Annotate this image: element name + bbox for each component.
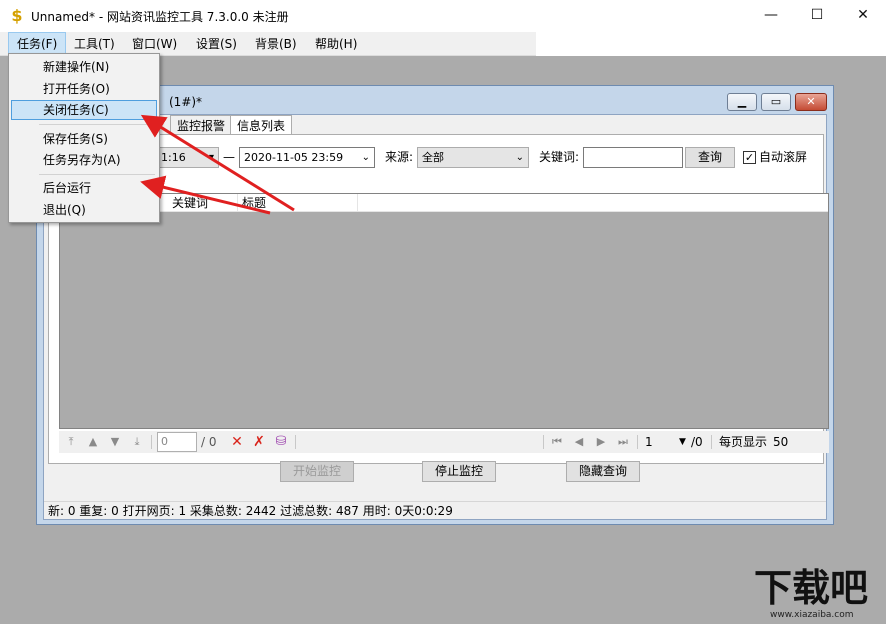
child-restore-button[interactable]: ▭ bbox=[761, 93, 791, 111]
status-bar: 新: 0 重复: 0 打开网页: 1 采集总数: 2442 过滤总数: 487 … bbox=[44, 501, 826, 519]
menu-separator bbox=[39, 174, 155, 175]
info-list-panel: 11:16 ▾ — 2020-11-05 23:59 ⌄ 来源: 全部 ⌄ 关键… bbox=[48, 134, 829, 464]
move-bottom-icon[interactable]: ⤓ bbox=[129, 434, 145, 450]
menu-item-background-run[interactable]: 后台运行 bbox=[11, 178, 157, 198]
separator bbox=[543, 435, 544, 449]
window-title: Unnamed* - 网站资讯监控工具 7.3.0.0 未注册 bbox=[31, 10, 289, 24]
source-select[interactable]: 全部 ⌄ bbox=[417, 147, 529, 168]
watermark-url: www.xiazaiba.com bbox=[770, 610, 854, 620]
clear-database-icon[interactable]: ⛁ bbox=[273, 434, 289, 450]
column-keyword[interactable]: 关键词 bbox=[168, 194, 238, 212]
last-page-icon[interactable]: ⏭ bbox=[615, 434, 631, 450]
page-select-arrow[interactable]: ▼ bbox=[679, 431, 686, 453]
menu-background[interactable]: 背景(B) bbox=[247, 32, 305, 56]
chevron-down-icon: ▾ bbox=[208, 152, 214, 163]
menu-item-open-task[interactable]: 打开任务(O) bbox=[11, 79, 157, 99]
record-navigator: ⤒ ▲ ▼ ⤓ 0 / 0 ✕ ✗ ⛁ ⏮ ◀ ▶ ⏭ 1 ▼ /0 每页显示 … bbox=[59, 431, 829, 453]
watermark-text: 下载吧 bbox=[754, 566, 869, 610]
next-page-icon[interactable]: ▶ bbox=[593, 434, 609, 450]
previous-page-icon[interactable]: ◀ bbox=[571, 434, 587, 450]
menu-help[interactable]: 帮助(H) bbox=[307, 32, 365, 56]
source-label: 来源: bbox=[385, 150, 414, 164]
autoscroll-checkbox[interactable]: ✓ bbox=[743, 151, 756, 164]
start-monitor-button[interactable]: 开始监控 bbox=[280, 461, 354, 482]
child-close-button[interactable]: ✕ bbox=[795, 93, 827, 111]
list-header: 关键词 标题 bbox=[60, 194, 828, 212]
tab-info-list[interactable]: 信息列表 bbox=[230, 115, 293, 135]
dollar-icon: $ bbox=[11, 6, 23, 25]
menu-item-close-task[interactable]: 关闭任务(C) bbox=[11, 100, 157, 120]
separator bbox=[151, 435, 152, 449]
task-window-body: 监控报警 信息列表 11:16 ▾ — 2020-11-05 23:59 ⌄ 来… bbox=[43, 114, 829, 520]
chevron-down-icon: ⌄ bbox=[361, 152, 370, 163]
keyword-input[interactable] bbox=[583, 147, 683, 168]
per-page-label: 每页显示 bbox=[719, 435, 768, 449]
end-time-picker[interactable]: 2020-11-05 23:59 ⌄ bbox=[239, 147, 375, 168]
stop-monitor-button[interactable]: 停止监控 bbox=[422, 461, 496, 482]
title-bar: $ Unnamed* - 网站资讯监控工具 7.3.0.0 未注册 — ☐ ✕ bbox=[0, 0, 886, 32]
end-time-value: 2020-11-05 23:59 bbox=[244, 151, 344, 164]
record-total: / 0 bbox=[201, 435, 217, 449]
hide-query-button[interactable]: 隐藏查询 bbox=[566, 461, 640, 482]
autoscroll-label: 自动滚屏 bbox=[759, 150, 808, 164]
separator bbox=[637, 435, 638, 449]
delete-icon[interactable]: ✕ bbox=[229, 434, 245, 450]
tab-monitor-alarm[interactable]: 监控报警 bbox=[170, 115, 233, 135]
menu-item-exit[interactable]: 退出(Q) bbox=[11, 200, 157, 220]
delete-all-icon[interactable]: ✗ bbox=[251, 434, 267, 450]
close-button[interactable]: ✕ bbox=[840, 0, 886, 30]
watermark-logo: 下载吧 www.xiazaiba.com bbox=[748, 566, 884, 624]
source-value: 全部 bbox=[422, 151, 444, 164]
separator bbox=[711, 435, 712, 449]
task-window-title: (1#)* bbox=[169, 95, 203, 109]
query-button[interactable]: 查询 bbox=[685, 147, 735, 168]
task-menu-dropdown: 新建操作(N) 打开任务(O) 关闭任务(C) 保存任务(S) 任务另存为(A)… bbox=[8, 53, 160, 223]
record-index-input[interactable]: 0 bbox=[157, 432, 197, 452]
child-minimize-button[interactable]: ▁ bbox=[727, 93, 757, 111]
minimize-button[interactable]: — bbox=[748, 0, 794, 30]
first-page-icon[interactable]: ⏮ bbox=[549, 434, 565, 450]
move-up-icon[interactable]: ▲ bbox=[85, 434, 101, 450]
menu-separator bbox=[39, 124, 155, 125]
menu-settings[interactable]: 设置(S) bbox=[188, 32, 245, 56]
menu-item-save-task[interactable]: 保存任务(S) bbox=[11, 129, 157, 149]
move-down-icon[interactable]: ▼ bbox=[107, 434, 123, 450]
date-range-dash: — bbox=[223, 150, 235, 164]
maximize-button[interactable]: ☐ bbox=[794, 0, 840, 30]
info-list-view[interactable]: 关键词 标题 bbox=[59, 193, 829, 429]
menu-item-save-as[interactable]: 任务另存为(A) bbox=[11, 150, 157, 170]
chevron-down-icon: ⌄ bbox=[515, 152, 524, 163]
page-total: /0 bbox=[691, 435, 703, 449]
column-title[interactable]: 标题 bbox=[238, 194, 358, 212]
separator bbox=[295, 435, 296, 449]
page-select[interactable]: 1 bbox=[645, 431, 653, 453]
menu-item-new-operation[interactable]: 新建操作(N) bbox=[11, 57, 157, 77]
per-page-value[interactable]: 50 bbox=[773, 431, 788, 453]
keyword-label: 关键词: bbox=[539, 150, 580, 164]
move-top-icon[interactable]: ⤒ bbox=[63, 434, 79, 450]
